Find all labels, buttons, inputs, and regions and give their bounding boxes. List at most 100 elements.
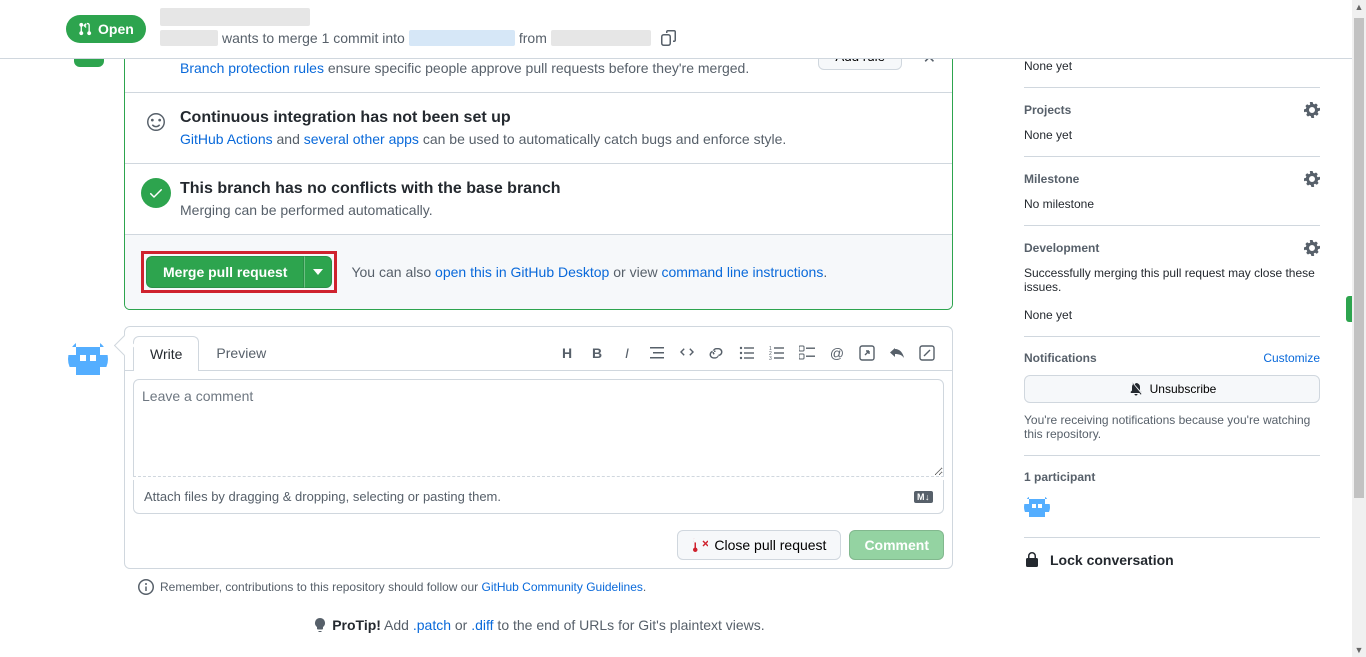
participants-section: 1 participant [1024, 456, 1320, 538]
protip: ProTip! Add .patch or .diff to the end o… [124, 617, 953, 633]
redacted-title [160, 8, 310, 26]
notifications-section: Notifications Customize Unsubscribe You'… [1024, 337, 1320, 456]
conflict-title: This branch has no conflicts with the ba… [180, 180, 936, 198]
comment-button[interactable]: Comment [849, 530, 944, 560]
merge-alt-text: You can also open this in GitHub Desktop… [351, 264, 827, 280]
check-circle-icon [141, 178, 171, 208]
ol-icon[interactable]: 123 [768, 344, 786, 362]
info-icon [138, 579, 154, 595]
heading-icon[interactable]: H [558, 344, 576, 362]
comment-composer: Write Preview H B I 123 @ [124, 326, 953, 569]
open-desktop-link[interactable]: open this in GitHub Desktop [435, 264, 609, 280]
branch-protection-link[interactable]: Branch protection rules [180, 60, 324, 76]
github-actions-link[interactable]: GitHub Actions [180, 131, 273, 147]
pr-sidebar: None yet Projects None yet Milestone No … [1024, 59, 1320, 568]
conflict-section: This branch has no conflicts with the ba… [125, 163, 952, 234]
ul-icon[interactable] [738, 344, 756, 362]
merge-meta: wants to merge 1 commit into from [160, 30, 677, 46]
markdown-toolbar: H B I 123 @ [558, 344, 944, 362]
milestone-value: No milestone [1024, 197, 1320, 211]
copy-icon[interactable] [661, 30, 677, 46]
development-none: None yet [1024, 308, 1320, 322]
patch-link[interactable]: .patch [413, 617, 451, 633]
comment-tabbar: Write Preview H B I 123 @ [125, 327, 952, 371]
rule-section: Require approval from specific reviewers… [125, 59, 952, 92]
cli-instructions-link[interactable]: command line instructions [661, 264, 823, 280]
customize-link[interactable]: Customize [1263, 351, 1320, 365]
italic-icon[interactable]: I [618, 344, 636, 362]
ci-title: Continuous integration has not been set … [180, 109, 936, 127]
notifications-reason: You're receiving notifications because y… [1024, 413, 1320, 441]
bell-slash-icon [1128, 381, 1144, 397]
community-guidelines-link[interactable]: GitHub Community Guidelines [482, 580, 643, 594]
from-label: from [519, 30, 547, 46]
gear-icon[interactable] [1304, 240, 1320, 256]
markdown-badge: M↓ [914, 491, 933, 503]
merge-phrase: wants to merge 1 commit into [222, 30, 405, 46]
pr-header: Open wants to merge 1 commit into from [0, 0, 1352, 59]
gear-icon[interactable] [1304, 171, 1320, 187]
scroll-up-icon[interactable]: ▲ [1352, 0, 1366, 14]
crossref-icon[interactable] [858, 344, 876, 362]
tab-preview[interactable]: Preview [199, 335, 283, 370]
closed-pr-icon [692, 537, 708, 553]
redacted-author [160, 30, 218, 46]
lock-conversation[interactable]: Lock conversation [1024, 538, 1320, 568]
actions-icon [141, 107, 171, 137]
lightbulb-icon [312, 617, 328, 633]
notifications-title: Notifications [1024, 351, 1097, 365]
participants-count: 1 participant [1024, 470, 1095, 484]
conflict-desc: Merging can be performed automatically. [180, 202, 936, 218]
development-desc: Successfully merging this pull request m… [1024, 266, 1320, 294]
comment-textarea[interactable] [133, 379, 944, 477]
participant-avatar[interactable] [1024, 494, 1050, 520]
close-pr-button[interactable]: Close pull request [677, 530, 841, 560]
remember-note: Remember, contributions to this reposito… [124, 569, 953, 595]
redacted-base-branch [409, 30, 515, 46]
scroll-thumb[interactable] [1354, 18, 1364, 498]
add-rule-button[interactable]: Add rule [818, 59, 902, 70]
milestone-section: Milestone No milestone [1024, 157, 1320, 226]
shield-icon [141, 59, 171, 62]
tasklist-icon[interactable] [798, 344, 816, 362]
merge-options-dropdown[interactable] [304, 256, 332, 288]
ci-desc: GitHub Actions and several other apps ca… [180, 131, 936, 147]
mention-icon[interactable]: @ [828, 344, 846, 362]
gear-icon[interactable] [1304, 102, 1320, 118]
unsubscribe-button[interactable]: Unsubscribe [1024, 375, 1320, 403]
state-open-badge: Open [66, 15, 146, 43]
ci-section: Continuous integration has not been set … [125, 92, 952, 163]
tab-write[interactable]: Write [133, 336, 199, 371]
expand-icon[interactable] [918, 344, 936, 362]
scroll-down-icon[interactable]: ▼ [1352, 643, 1366, 657]
reply-icon[interactable] [888, 344, 906, 362]
side-indicator [1346, 296, 1352, 322]
diff-link[interactable]: .diff [471, 617, 493, 633]
svg-text:3: 3 [769, 356, 772, 361]
development-title: Development [1024, 241, 1099, 255]
bold-icon[interactable]: B [588, 344, 606, 362]
quote-icon[interactable] [648, 344, 666, 362]
development-section: Development Successfully merging this pu… [1024, 226, 1320, 337]
merge-status-box: Require approval from specific reviewers… [124, 59, 953, 310]
projects-title: Projects [1024, 103, 1071, 117]
merge-footer: Merge pull request You can also open thi… [125, 234, 952, 309]
assignees-none: None yet [1024, 59, 1320, 88]
current-user-avatar[interactable] [68, 339, 108, 379]
scrollbar[interactable]: ▲ ▼ [1352, 0, 1366, 657]
redacted-head-branch [551, 30, 651, 46]
merged-avatar-placeholder [74, 59, 104, 67]
other-apps-link[interactable]: several other apps [304, 131, 419, 147]
link-icon[interactable] [708, 344, 726, 362]
projects-section: Projects None yet [1024, 88, 1320, 157]
milestone-title: Milestone [1024, 172, 1079, 186]
merge-button-highlight: Merge pull request [141, 251, 337, 293]
attach-hint[interactable]: Attach files by dragging & dropping, sel… [133, 480, 944, 514]
pull-request-icon [78, 22, 92, 36]
dismiss-rule-icon[interactable]: ✕ [923, 59, 936, 68]
projects-none: None yet [1024, 128, 1320, 142]
state-open-label: Open [98, 21, 134, 37]
merge-pull-request-button[interactable]: Merge pull request [146, 256, 304, 288]
lock-icon [1024, 552, 1040, 568]
code-icon[interactable] [678, 344, 696, 362]
